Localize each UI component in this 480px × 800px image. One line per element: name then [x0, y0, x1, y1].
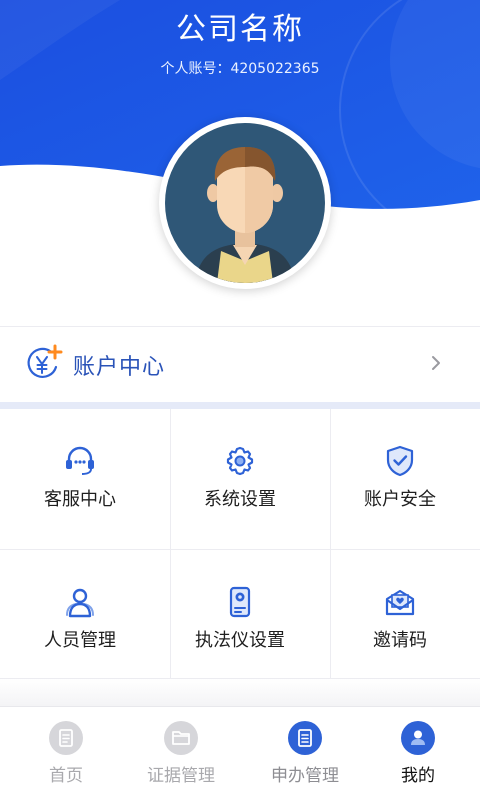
- grid-item-recorder-settings[interactable]: 执法仪设置: [160, 550, 320, 679]
- grid-item-system-settings[interactable]: 系统设置: [160, 409, 320, 549]
- grid-divider: [170, 409, 171, 679]
- my-page: 公司名称 个人账号：4205022365 账户中心 客服中心 系统设置 账户安全…: [0, 0, 480, 800]
- profile-header: 公司名称 个人账号：4205022365: [0, 0, 480, 300]
- clipboard-icon: [288, 721, 322, 755]
- tab-label: 申办管理: [271, 766, 339, 786]
- grid-divider: [330, 409, 331, 679]
- grid-item-invite-code[interactable]: 邀请码: [320, 550, 480, 679]
- section-separator: [0, 402, 480, 409]
- account-center-label: 账户中心: [73, 355, 166, 380]
- user-icon: [401, 721, 435, 755]
- avatar-image: [165, 123, 325, 283]
- tab-home[interactable]: 首页: [6, 707, 126, 800]
- headset-icon: [66, 446, 94, 475]
- grid-item-account-security[interactable]: 账户安全: [320, 409, 480, 549]
- feature-grid: 客服中心 系统设置 账户安全 人员管理 执法仪设置 邀请码: [0, 409, 480, 679]
- avatar[interactable]: [159, 117, 331, 289]
- grid-item-label: 客服中心: [44, 489, 116, 510]
- document-icon: [49, 721, 83, 755]
- grid-item-personnel[interactable]: 人员管理: [0, 550, 160, 679]
- bottom-spacer: [0, 679, 480, 706]
- chevron-right-icon: [432, 356, 440, 370]
- grid-item-customer-service[interactable]: 客服中心: [0, 409, 160, 549]
- company-name: 公司名称: [176, 12, 304, 47]
- grid-item-label: 邀请码: [373, 630, 427, 651]
- account-label: 个人账号：: [160, 61, 231, 77]
- grid-divider: [0, 549, 480, 550]
- grid-item-label: 账户安全: [364, 489, 436, 510]
- tab-label: 首页: [49, 766, 83, 786]
- user-group-icon: [66, 588, 94, 618]
- bottom-tab-bar: 首页 证据管理 申办管理 我的: [0, 706, 480, 800]
- grid-item-label: 人员管理: [44, 630, 116, 651]
- account-number-line: 个人账号：4205022365: [0, 58, 480, 78]
- folder-icon: [164, 721, 198, 755]
- gear-icon: [226, 446, 254, 476]
- envelope-heart-icon: [385, 589, 415, 616]
- tab-label: 证据管理: [147, 766, 215, 786]
- tab-applications[interactable]: 申办管理: [245, 707, 365, 800]
- account-number: 4205022365: [230, 61, 320, 77]
- shield-check-icon: [386, 445, 414, 477]
- tab-label: 我的: [401, 766, 435, 786]
- body-camera-icon: [229, 586, 251, 618]
- tab-evidence[interactable]: 证据管理: [121, 707, 241, 800]
- grid-item-label: 执法仪设置: [195, 630, 285, 651]
- account-center-row[interactable]: 账户中心: [0, 327, 480, 402]
- grid-item-label: 系统设置: [204, 489, 276, 510]
- yen-coin-plus-icon: [27, 344, 63, 378]
- tab-mine[interactable]: 我的: [358, 707, 478, 800]
